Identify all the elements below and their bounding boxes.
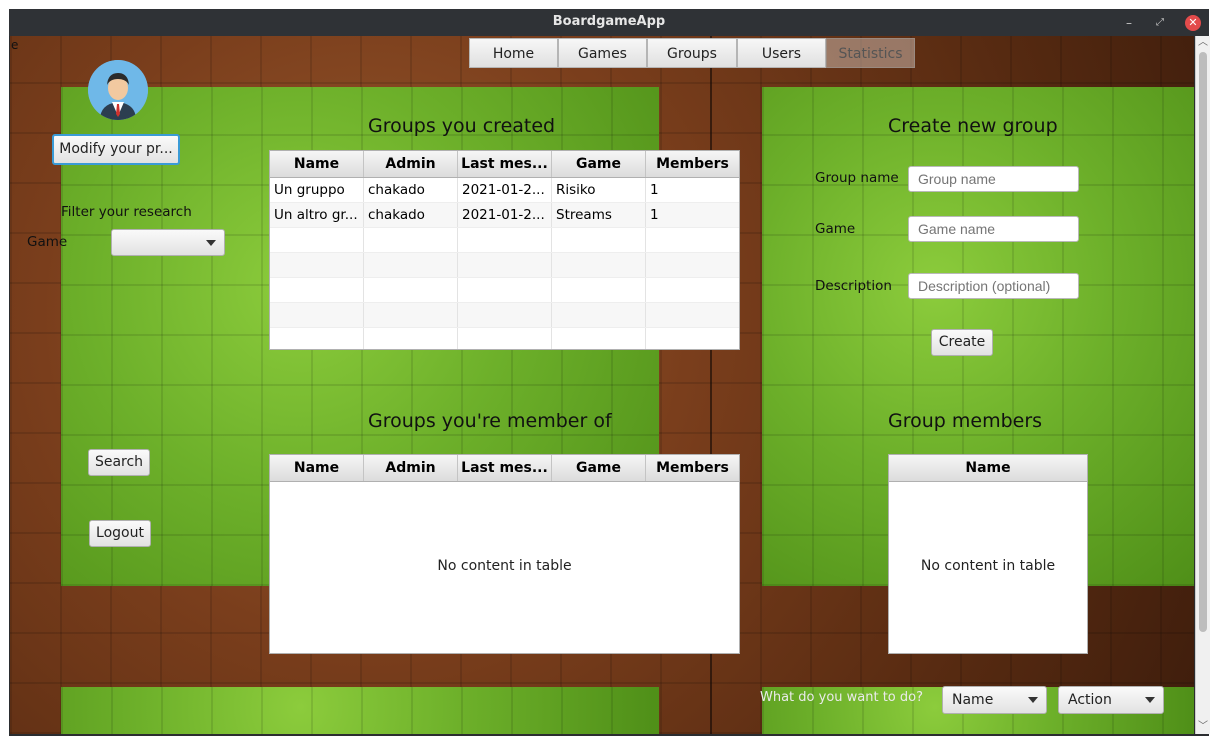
- created-groups-table: Name Admin Last mes... Game Members Un g…: [269, 150, 740, 350]
- modify-profile-button[interactable]: Modify your pr...: [52, 134, 180, 165]
- group-name-label: Group name: [815, 170, 899, 186]
- column-header[interactable]: Members: [646, 455, 739, 481]
- game-filter-label: Game: [27, 234, 68, 250]
- empty-table-message: No content in table: [920, 558, 1056, 574]
- search-button[interactable]: Search: [88, 449, 150, 476]
- game-filter-select[interactable]: [111, 229, 225, 256]
- game-label: Game: [815, 221, 856, 237]
- tab-home[interactable]: Home: [469, 38, 558, 68]
- restore-icon[interactable]: ⤢: [1152, 15, 1168, 31]
- chevron-down-icon: [1028, 697, 1038, 703]
- chevron-down-icon: [1145, 697, 1155, 703]
- name-select[interactable]: Name: [942, 686, 1047, 714]
- chevron-down-icon[interactable]: ﹀: [1196, 720, 1210, 734]
- create-button[interactable]: Create: [931, 329, 993, 356]
- create-group-heading: Create new group: [888, 115, 1058, 137]
- tab-games[interactable]: Games: [558, 38, 647, 68]
- window-title: BoardgameApp: [552, 14, 666, 29]
- created-groups-heading: Groups you created: [368, 115, 556, 137]
- table-header: Name Admin Last mes... Game Members: [270, 151, 739, 178]
- empty-row: [270, 278, 739, 303]
- close-icon[interactable]: ✕: [1185, 15, 1201, 31]
- cell-members: 1: [650, 182, 659, 198]
- title-bar: BoardgameApp – ⤢ ✕: [9, 9, 1209, 36]
- filter-label: Filter your research: [61, 204, 192, 220]
- table-body: Un gruppo chakado 2021-01-2... Risiko 1 …: [270, 178, 739, 349]
- main-content: e Home Games Groups Users Statistics Mod…: [10, 36, 1194, 734]
- member-groups-table: Name Admin Last mes... Game Members No c…: [269, 454, 740, 654]
- column-header[interactable]: Members: [646, 151, 739, 177]
- grass-strip-left: [61, 687, 659, 734]
- scroll-thumb[interactable]: [1199, 52, 1207, 632]
- action-prompt: What do you want to do?: [760, 690, 924, 705]
- cell-admin: chakado: [364, 178, 458, 202]
- chevron-up-icon[interactable]: ︿: [1196, 36, 1210, 50]
- table-header: Name Admin Last mes... Game Members: [270, 455, 739, 482]
- empty-row: [270, 253, 739, 278]
- cell-admin: chakado: [364, 203, 458, 227]
- column-header[interactable]: Name: [889, 455, 1087, 481]
- app-window: BoardgameApp – ⤢ ✕ e Home Games Groups U…: [9, 9, 1210, 736]
- group-members-table: Name No content in table: [888, 454, 1088, 654]
- cell-name: Un altro gr...: [270, 203, 364, 227]
- table-row[interactable]: Un gruppo chakado 2021-01-2... Risiko 1: [270, 178, 739, 203]
- cell-last-message: 2021-01-2...: [458, 203, 552, 227]
- table-header: Name: [889, 455, 1087, 482]
- empty-row: [270, 328, 739, 349]
- group-members-heading: Group members: [888, 410, 1043, 432]
- column-header[interactable]: Admin: [364, 455, 458, 481]
- edge-char: e: [11, 38, 19, 52]
- cell-last-message: 2021-01-2...: [458, 178, 552, 202]
- game-name-input[interactable]: [908, 216, 1079, 242]
- action-select-value: Action: [1068, 692, 1112, 708]
- user-avatar-icon: [88, 60, 148, 120]
- tab-users[interactable]: Users: [737, 38, 826, 68]
- avatar: [88, 60, 148, 120]
- minimize-icon[interactable]: –: [1121, 15, 1137, 31]
- vertical-scrollbar[interactable]: ︿ ﹀: [1195, 36, 1210, 734]
- logout-button[interactable]: Logout: [89, 520, 151, 547]
- empty-row: [270, 303, 739, 328]
- cell-members: 1: [650, 207, 659, 223]
- column-header[interactable]: Game: [552, 455, 646, 481]
- cell-game: Streams: [552, 203, 646, 227]
- member-groups-heading: Groups you're member of: [368, 410, 612, 432]
- action-select[interactable]: Action: [1058, 686, 1164, 714]
- column-header[interactable]: Game: [552, 151, 646, 177]
- empty-table-message: No content in table: [437, 558, 572, 574]
- column-header[interactable]: Name: [270, 151, 364, 177]
- tab-groups[interactable]: Groups: [647, 38, 737, 68]
- column-header[interactable]: Last mes...: [458, 151, 552, 177]
- table-row[interactable]: Un altro gr... chakado 2021-01-2... Stre…: [270, 203, 739, 228]
- description-label: Description: [815, 278, 892, 294]
- column-header[interactable]: Admin: [364, 151, 458, 177]
- column-header[interactable]: Name: [270, 455, 364, 481]
- description-input[interactable]: [908, 273, 1079, 299]
- chevron-down-icon: [206, 239, 216, 246]
- cell-game: Risiko: [552, 178, 646, 202]
- empty-row: [270, 228, 739, 253]
- column-header[interactable]: Last mes...: [458, 455, 552, 481]
- group-name-input[interactable]: [908, 166, 1079, 192]
- tab-statistics[interactable]: Statistics: [826, 38, 915, 68]
- cell-name: Un gruppo: [270, 178, 364, 202]
- name-select-value: Name: [952, 692, 994, 708]
